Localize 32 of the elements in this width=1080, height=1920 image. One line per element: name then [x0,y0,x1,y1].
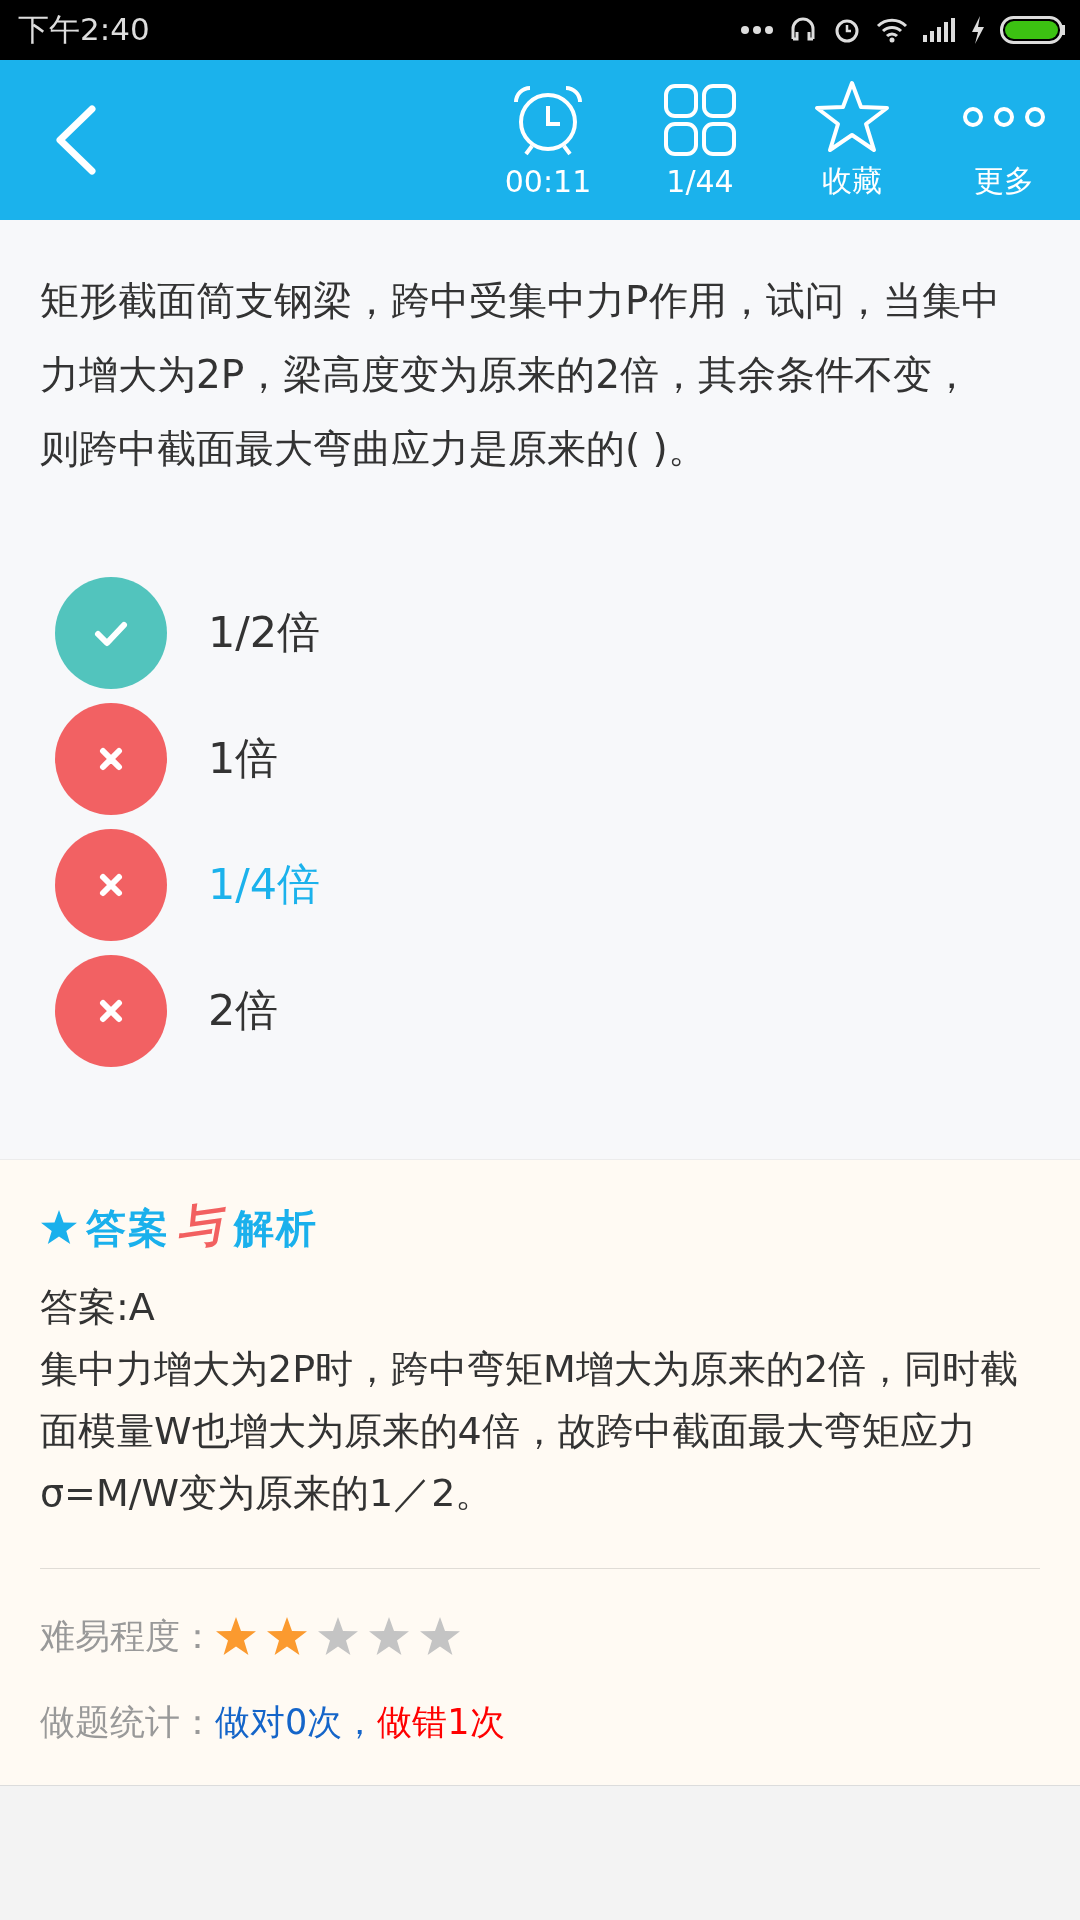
difficulty-label: 难易程度： [40,1614,215,1658]
star-icon [40,1209,78,1245]
charging-icon [970,16,986,44]
rating-star-icon [317,1616,359,1656]
rating-star-icon [419,1616,461,1656]
answer-option[interactable]: 1/2倍 [40,576,321,690]
answer-option[interactable]: 1/4倍 [40,828,321,942]
star-icon [814,78,890,155]
signal-icon [922,17,956,43]
grid-icon [662,81,738,158]
correct-count: 做对0次， [215,1700,378,1744]
rating-star-icon [368,1616,410,1656]
analysis-heading: 答案 与 解析 [86,1196,318,1258]
answer-option[interactable]: 2倍 [40,954,279,1068]
toolbar-button[interactable]: 收藏 [776,60,928,220]
wifi-icon [876,17,908,43]
status-time: 下午2:40 [18,10,150,49]
toolbar-button[interactable]: 更多 [928,60,1080,220]
toolbar-button[interactable]: 00:11 [472,60,624,220]
more-icon [961,106,1047,127]
wrong-count: 做错1次 [377,1700,505,1744]
answer-text: 答案:A [40,1284,156,1331]
explanation-text: 集中力增大为2P时，跨中弯矩M增大为原来的2倍，同时截面模量W也增大为原来的4倍，故跨中截面最大弯矩应力σ=M/W变为原来的1／2。 [40,1346,1020,1517]
question-text: 矩形截面简支钢梁，跨中受集中力P作用，试问，当集中力增大为2P，梁高度变为原来的2倍，其余条件不变，则跨中截面最大弯曲应力是原来的( )。 [40,277,1000,473]
rating-star-icon [266,1616,308,1656]
answer-option[interactable]: 1倍 [40,702,279,816]
rating-star-icon [215,1616,257,1656]
dots-icon [740,25,774,35]
back-icon[interactable] [54,105,98,175]
toolbar-button[interactable]: 1/44 [624,60,776,220]
stats-label: 做题统计： [40,1700,215,1744]
battery-icon [1000,16,1066,44]
